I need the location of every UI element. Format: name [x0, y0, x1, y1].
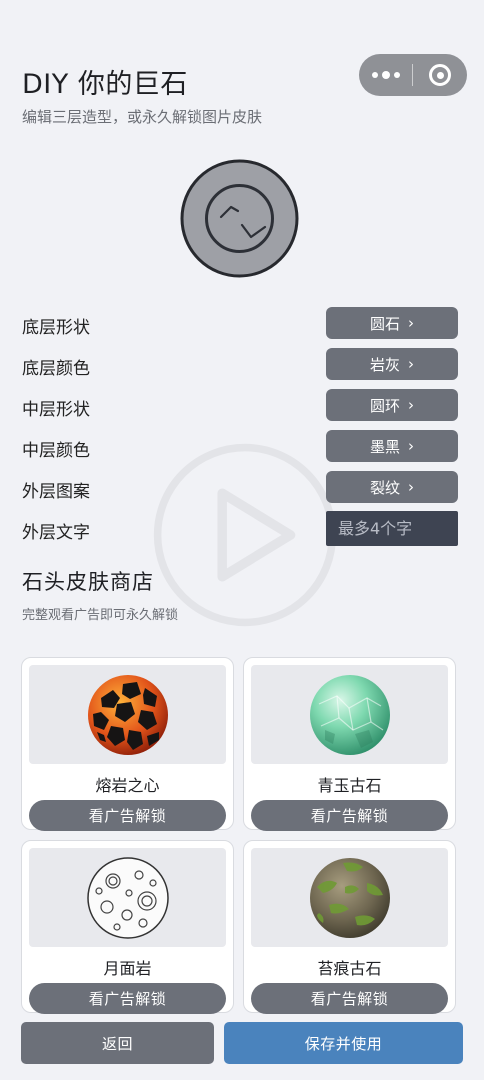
page-title: DIY 你的巨石	[22, 69, 188, 100]
skin-thumbnail	[251, 665, 448, 764]
save-and-use-button[interactable]: 保存并使用	[224, 1022, 463, 1064]
skin-name: 青玉古石	[317, 776, 382, 795]
miniprogram-capsule	[359, 54, 467, 96]
option-label-base-color: 底层颜色	[22, 359, 90, 379]
target-close-icon[interactable]	[413, 54, 467, 96]
outer-pattern-select[interactable]: 裂纹 ›	[326, 471, 458, 503]
skin-card-moon: 月面岩 看广告解锁	[21, 840, 234, 1014]
option-label-base-shape: 底层形状	[22, 318, 90, 338]
option-label-outer-pattern: 外层图案	[22, 482, 90, 502]
skin-thumbnail	[251, 848, 448, 947]
shop-title: 石头皮肤商店	[22, 570, 154, 594]
base-color-select[interactable]: 岩灰 ›	[326, 348, 458, 380]
moon-stone-icon	[86, 856, 169, 939]
more-dots-icon[interactable]	[359, 54, 412, 96]
skin-thumbnail	[29, 665, 226, 764]
shop-subtitle: 完整观看广告即可永久解锁	[22, 608, 179, 623]
option-label-middle-shape: 中层形状	[22, 400, 90, 420]
skin-card-lava: 熔岩之心 看广告解锁	[21, 657, 234, 831]
chevron-right-icon: ›	[408, 436, 414, 455]
watermark-logo	[153, 443, 337, 627]
outer-pattern-value: 裂纹	[369, 478, 400, 497]
middle-color-select[interactable]: 墨黑 ›	[326, 430, 458, 462]
chevron-right-icon: ›	[408, 395, 414, 414]
chevron-right-icon: ›	[408, 354, 414, 373]
option-label-middle-color: 中层颜色	[22, 441, 90, 461]
skin-card-moss: 苔痕古石 看广告解锁	[243, 840, 456, 1014]
base-shape-select[interactable]: 圆石 ›	[326, 307, 458, 339]
back-button[interactable]: 返回	[21, 1022, 214, 1064]
moss-stone-icon	[309, 857, 390, 938]
outer-text-input[interactable]	[326, 511, 458, 546]
chevron-right-icon: ›	[408, 313, 414, 332]
base-color-value: 岩灰	[369, 355, 400, 374]
skin-name: 苔痕古石	[317, 959, 382, 978]
unlock-button[interactable]: 看广告解锁	[251, 983, 448, 1014]
skin-name: 月面岩	[103, 959, 152, 978]
option-label-outer-text: 外层文字	[22, 523, 90, 543]
stone-preview	[180, 159, 299, 278]
middle-shape-select[interactable]: 圆环 ›	[326, 389, 458, 421]
unlock-button[interactable]: 看广告解锁	[29, 800, 226, 831]
lava-stone-icon	[87, 674, 168, 755]
skin-name: 熔岩之心	[95, 776, 160, 795]
base-shape-value: 圆石	[369, 314, 400, 333]
unlock-button[interactable]: 看广告解锁	[29, 983, 226, 1014]
middle-color-value: 墨黑	[369, 437, 400, 456]
chevron-right-icon: ›	[408, 477, 414, 496]
unlock-button[interactable]: 看广告解锁	[251, 800, 448, 831]
page-subtitle: 编辑三层造型，或永久解锁图片皮肤	[22, 108, 263, 126]
skin-thumbnail	[29, 848, 226, 947]
jade-stone-icon	[309, 674, 390, 755]
skin-card-jade: 青玉古石 看广告解锁	[243, 657, 456, 831]
middle-shape-value: 圆环	[369, 396, 400, 415]
diy-stone-page: DIY 你的巨石 编辑三层造型，或永久解锁图片皮肤 底层形状 圆石 › 底层颜色…	[0, 0, 484, 1080]
